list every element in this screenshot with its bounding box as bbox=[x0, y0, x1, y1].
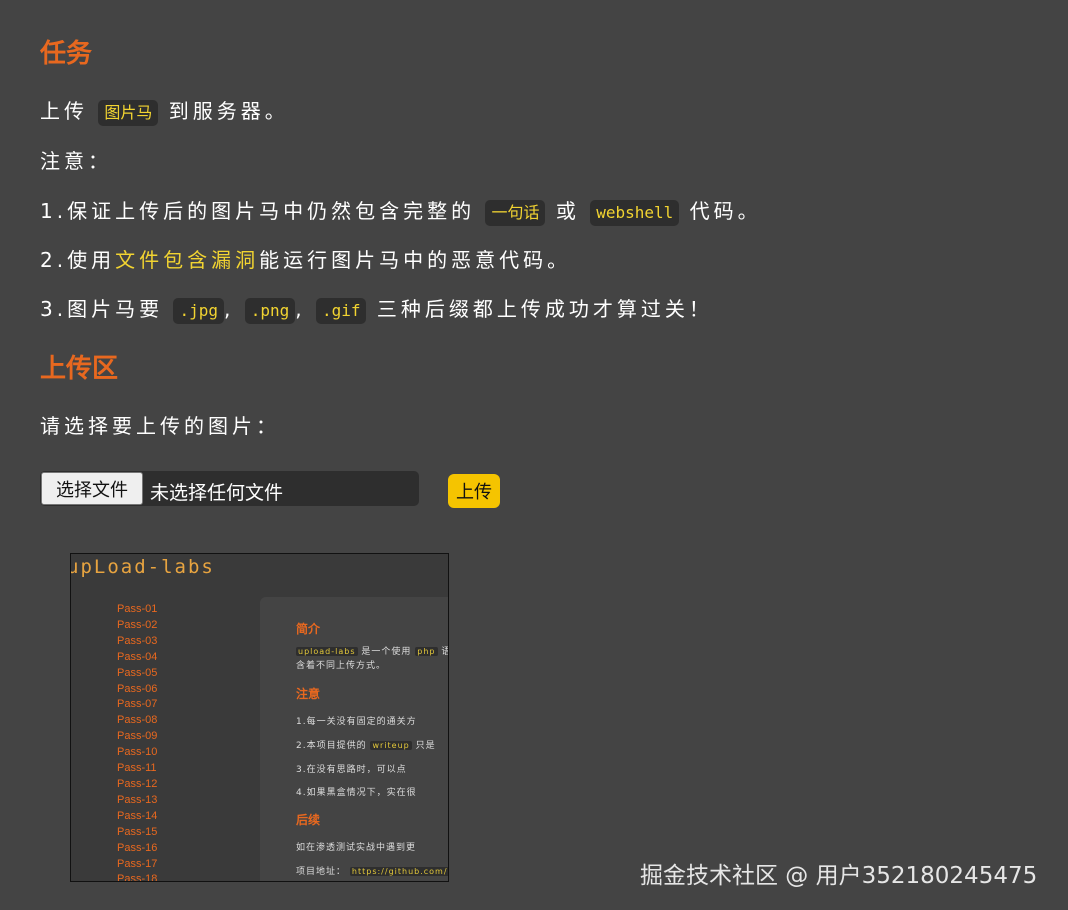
code-tag-png: .png bbox=[244, 297, 296, 324]
preview-intro-line-2: 含着不同上传方式。 bbox=[296, 661, 387, 671]
preview-url: https://github.com/c0 bbox=[349, 867, 448, 876]
note-item-3-pre: 3.图片马要 bbox=[40, 297, 164, 321]
preview-sidebar-item: Pass-09 bbox=[117, 730, 158, 743]
preview-logo: upLoad-labs bbox=[70, 556, 215, 578]
preview-note-2: 2.本项目提供的 writeup 只是 bbox=[296, 738, 436, 751]
separator: , bbox=[223, 297, 235, 321]
preview-later-title: 后续 bbox=[296, 813, 321, 827]
note-item-1-mid: 或 bbox=[555, 199, 580, 223]
preview-intro-text: 语 bbox=[441, 647, 448, 657]
preview-sidebar-item: Pass-06 bbox=[117, 682, 158, 695]
code-tag-one-line: 一句话 bbox=[485, 199, 546, 226]
preview-sidebar-item: Pass-18 bbox=[117, 873, 158, 882]
preview-note-title: 注意 bbox=[296, 687, 321, 701]
upload-heading: 上传区 bbox=[40, 354, 119, 384]
note-item-3-post: 三种后缀都上传成功才算过关！ bbox=[376, 297, 713, 321]
preview-code-tag: upload-labs bbox=[296, 647, 358, 656]
preview-sidebar-item: Pass-10 bbox=[117, 746, 158, 759]
preview-sidebar-item: Pass-11 bbox=[117, 762, 157, 775]
watermark: 掘金技术社区 @ 用户352180245475 bbox=[640, 863, 1038, 889]
file-input[interactable]: 选择文件 未选择任何文件 bbox=[40, 471, 419, 506]
preview-code-tag: writeup bbox=[370, 741, 412, 750]
preview-later-text: 项目地址： bbox=[296, 867, 347, 877]
task-line-1-pre: 上传 bbox=[40, 99, 88, 123]
preview-note-1: 1.每一关没有固定的通关方 bbox=[296, 717, 417, 727]
preview-sidebar-item: Pass-05 bbox=[117, 666, 158, 679]
preview-intro-text: 是一个使用 bbox=[361, 647, 412, 657]
no-file-selected-text: 未选择任何文件 bbox=[150, 482, 284, 504]
preview-sidebar-item: Pass-01 bbox=[117, 603, 158, 615]
preview-sidebar-item: Pass-15 bbox=[117, 825, 158, 838]
preview-intro-line-1: upload-labs 是一个使用 php 语 bbox=[296, 644, 448, 657]
note-item-2: 2.使用文件包含漏洞能运行图片马中的恶意代码。 bbox=[40, 244, 571, 273]
upload-submit-button[interactable]: 上传 bbox=[448, 474, 500, 508]
preview-note-4: 4.如果黑盒情况下，实在很 bbox=[296, 788, 417, 798]
note-item-2-pre: 2.使用 bbox=[40, 248, 116, 272]
preview-code-tag: php bbox=[415, 647, 438, 656]
code-tag-webshell: webshell bbox=[590, 199, 680, 226]
preview-sidebar-item: Pass-03 bbox=[117, 634, 158, 647]
preview-sidebar-item: Pass-07 bbox=[117, 698, 158, 711]
code-tag-jpg: .jpg bbox=[173, 297, 224, 324]
note-item-2-post: 能运行图片马中的恶意代码。 bbox=[259, 248, 572, 272]
separator: , bbox=[295, 297, 306, 321]
preview-sidebar-item: Pass-02 bbox=[117, 618, 158, 631]
task-line-1-post: 到服务器。 bbox=[168, 99, 289, 123]
task-heading: 任务 bbox=[40, 39, 93, 69]
preview-note-text: 只是 bbox=[415, 741, 436, 751]
preview-sidebar-item: Pass-08 bbox=[117, 714, 158, 727]
preview-sidebar-item: Pass-16 bbox=[117, 841, 158, 854]
preview-note-text: 2.本项目提供的 bbox=[296, 741, 367, 751]
note-item-3: 3.图片马要 .jpg, .png, .gif 三种后缀都上传成功才算过关！ bbox=[40, 293, 713, 324]
preview-sidebar-item: Pass-13 bbox=[117, 793, 158, 806]
note-item-1-post: 代码。 bbox=[689, 199, 762, 223]
task-line-1: 上传 图片马 到服务器。 bbox=[40, 95, 289, 126]
note-item-1-pre: 1.保证上传后的图片马中仍然包含完整的 bbox=[40, 199, 476, 223]
upload-prompt: 请选择要上传的图片： bbox=[40, 414, 280, 438]
preview-sidebar-item: Pass-14 bbox=[117, 809, 158, 822]
note-label: 注意： bbox=[40, 149, 112, 173]
note-item-1: 1.保证上传后的图片马中仍然包含完整的 一句话 或 webshell 代码。 bbox=[40, 195, 762, 226]
preview-sidebar-item: Pass-12 bbox=[117, 777, 158, 790]
code-tag-image-horse: 图片马 bbox=[98, 99, 159, 126]
preview-later-1: 如在渗透测试实战中遇到更 bbox=[296, 843, 417, 853]
preview-later-2: 项目地址： https://github.com/c0 bbox=[296, 864, 448, 877]
preview-note-3: 3.在没有思路时，可以点 bbox=[296, 765, 407, 775]
preview-intro-title: 简介 bbox=[296, 622, 321, 636]
choose-file-button[interactable]: 选择文件 bbox=[41, 472, 143, 505]
code-tag-gif: .gif bbox=[315, 297, 367, 324]
uploaded-image-preview: upLoad-labs Pass-01 Pass-02 Pass-03 Pass-04… bbox=[70, 553, 449, 882]
preview-sidebar: Pass-01 Pass-02 Pass-03 Pass-04 Pass-05 Pass-… bbox=[117, 602, 158, 882]
preview-sidebar-item: Pass-04 bbox=[117, 650, 158, 663]
file-include-highlight: 文件包含漏洞 bbox=[115, 248, 260, 272]
preview-sidebar-item: Pass-17 bbox=[117, 857, 158, 870]
